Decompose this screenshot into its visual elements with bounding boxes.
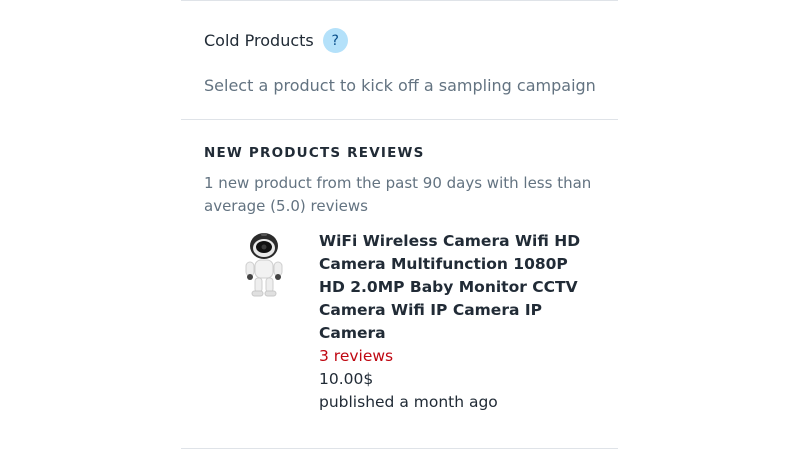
cold-products-header: Cold Products ? <box>204 28 348 53</box>
new-products-description: 1 new product from the past 90 days with… <box>204 174 592 215</box>
cold-products-title: Cold Products <box>204 31 314 50</box>
section-divider <box>181 119 618 120</box>
help-icon[interactable]: ? <box>322 28 348 53</box>
robot-camera-icon <box>245 233 283 297</box>
product-reviews-link[interactable]: 3 reviews <box>319 345 589 368</box>
product-thumbnail[interactable] <box>239 230 289 300</box>
bottom-divider <box>181 448 618 449</box>
product-card: WiFi Wireless Camera Wifi HD Camera Mult… <box>319 230 589 414</box>
product-price: 10.00$ <box>319 370 374 388</box>
top-divider <box>181 0 618 1</box>
dashboard-panel: Cold Products ? Select a product to kick… <box>181 0 618 450</box>
product-published-date: published a month ago <box>319 393 498 411</box>
cold-products-description: Select a product to kick off a sampling … <box>204 76 596 95</box>
product-title[interactable]: WiFi Wireless Camera Wifi HD Camera Mult… <box>319 230 589 345</box>
new-products-heading: NEW PRODUCTS REVIEWS <box>204 145 425 161</box>
